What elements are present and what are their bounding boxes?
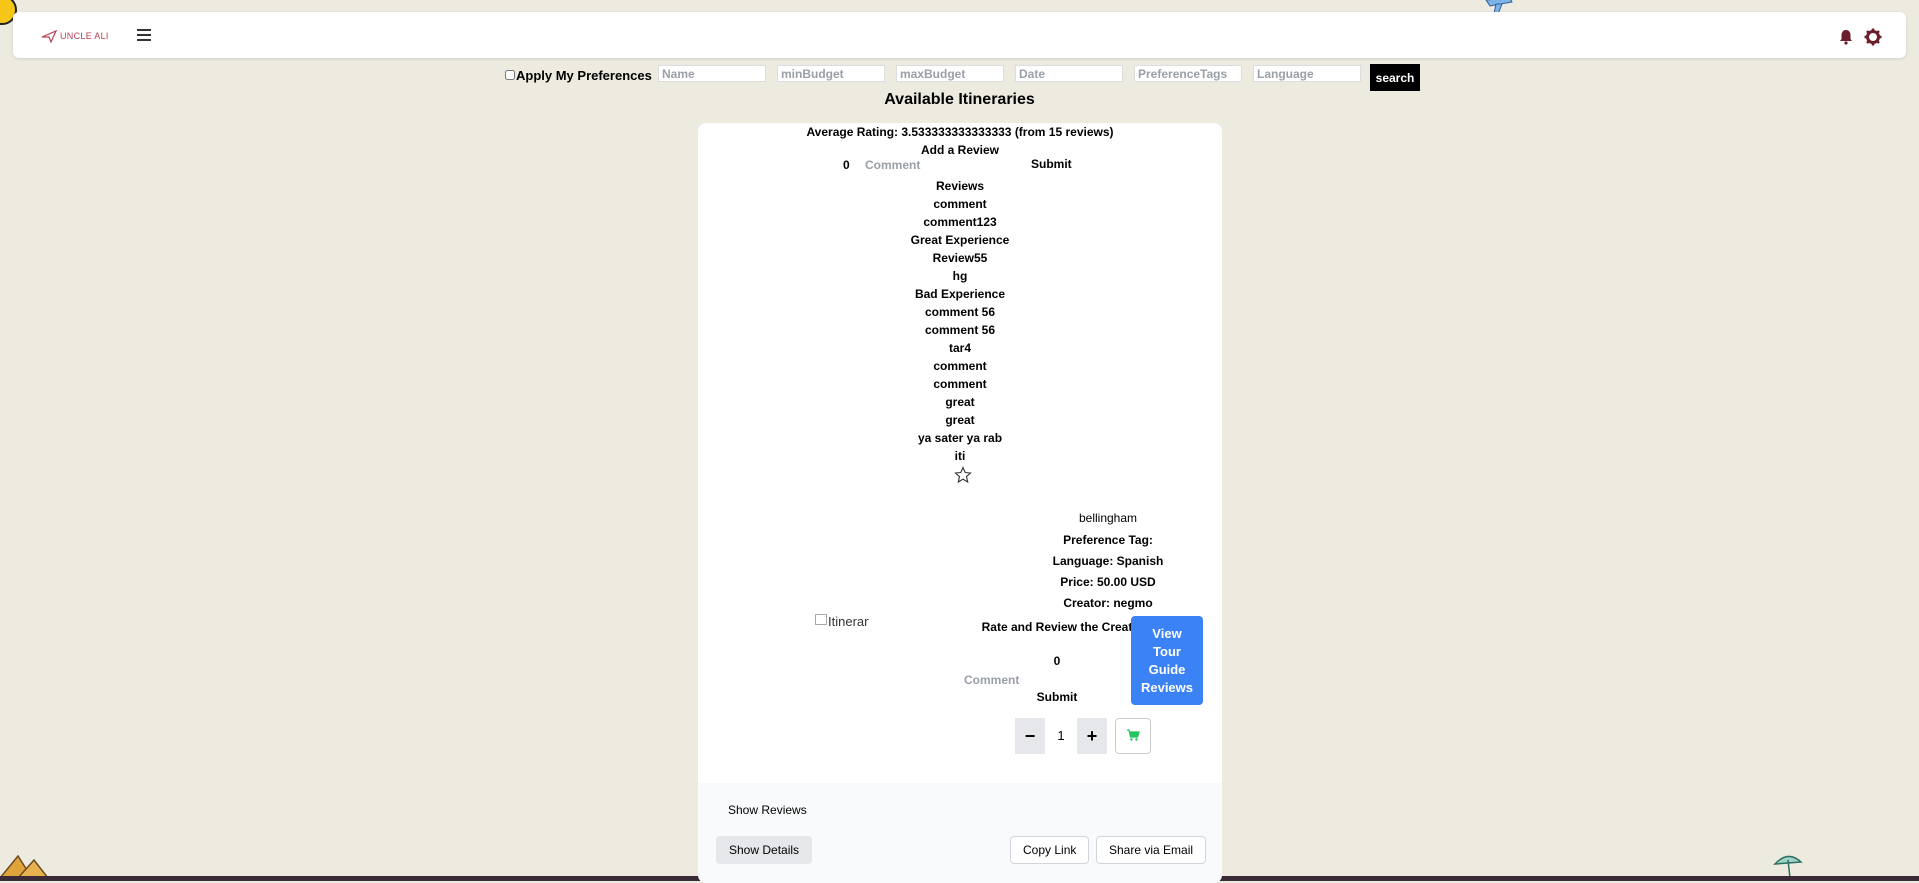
quantity-value: 1 [1057,728,1065,743]
review-item: Great Experience [910,233,1010,247]
review-item: ya sater ya rab [917,431,1003,445]
itinerary-price: Price: 50.00 USD [1060,575,1156,589]
decrement-button[interactable]: − [1015,718,1045,754]
add-review-form: 0 Submit [698,156,1222,174]
date-input[interactable] [1015,65,1123,82]
review-item: comment 56 [924,305,996,319]
review-item: comment [933,377,987,391]
search-button[interactable]: search [1370,64,1420,91]
review-item: great [945,395,975,409]
review-item: tar4 [948,341,971,355]
itinerary-name: bellingham [1078,511,1138,525]
language-input[interactable] [1253,65,1361,82]
max-budget-input[interactable] [896,65,1004,82]
cart-icon [1127,728,1140,741]
rate-creator-heading: Rate and Review the Creator [981,620,1145,634]
itinerary-language: Language: Spanish [1052,554,1164,568]
card-footer: Show Reviews Show Details Copy Link Shar… [698,783,1222,883]
logo[interactable]: UNCLE ALI [41,26,109,46]
top-navbar: UNCLE ALI [13,12,1906,58]
copy-link-button[interactable]: Copy Link [1010,836,1090,864]
min-budget-input[interactable] [777,65,885,82]
review-item: comment [933,359,987,373]
itinerary-image-alt: Itinerary [828,614,869,629]
review-item: comment [933,197,987,211]
preference-tag: Preference Tag: [1063,533,1153,547]
apply-preferences-checkbox[interactable] [505,70,515,80]
itinerary-image: Itinerary [815,614,869,629]
beach-umbrella-illustration-icon [1773,855,1803,878]
plane-logo-icon [41,29,57,43]
review-item: great [945,413,975,427]
broken-image-icon [815,614,827,625]
review-submit-button[interactable]: Submit [1031,157,1072,171]
show-details-button[interactable]: Show Details [716,836,813,864]
bell-icon[interactable] [1838,29,1854,45]
logo-text: UNCLE ALI [60,31,109,41]
review-item: comment 56 [924,323,996,337]
review-item: hg [952,269,968,283]
review-item: iti [954,449,966,463]
creator-comment-input[interactable] [964,671,1034,688]
review-item: Review55 [932,251,988,265]
creator-submit-button[interactable]: Submit [1027,690,1087,704]
review-comment-input[interactable] [865,156,975,173]
show-reviews-button[interactable]: Show Reviews [728,803,807,817]
add-review-heading: Add a Review [920,143,1000,157]
average-rating: Average Rating: 3.533333333333333 (from … [806,125,1114,139]
star-icon[interactable] [954,466,972,484]
pyramid-illustration-icon [0,854,48,878]
review-item: Bad Experience [914,287,1006,301]
review-rating-value[interactable]: 0 [843,158,850,172]
increment-button[interactable]: + [1077,718,1107,754]
share-email-button[interactable]: Share via Email [1096,836,1207,864]
itinerary-card: Average Rating: 3.533333333333333 (from … [698,123,1222,883]
apply-preferences-label: Apply My Preferences [516,68,652,83]
preference-tags-input[interactable] [1134,65,1242,82]
creator-rating-value[interactable]: 0 [1027,654,1087,668]
gear-icon[interactable] [1864,28,1882,46]
name-filter-input[interactable] [658,65,766,82]
page-title: Available Itineraries [884,91,1035,108]
hamburger-icon[interactable] [135,26,153,44]
reviews-heading: Reviews [935,179,985,193]
itinerary-creator: Creator: negmo [1063,596,1153,610]
view-tour-guide-reviews-button[interactable]: View Tour Guide Reviews [1131,616,1203,705]
add-to-cart-button[interactable] [1115,718,1151,754]
review-item: comment123 [923,215,997,229]
